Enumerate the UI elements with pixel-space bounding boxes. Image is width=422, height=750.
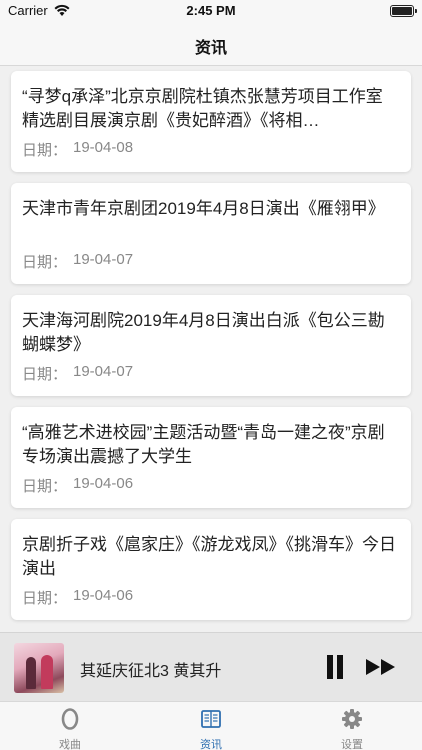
date-label: 日期： (22, 142, 68, 159)
pause-button[interactable] (322, 655, 348, 679)
news-icon (201, 710, 221, 728)
tab-bar: 戏曲 资讯 设置 (0, 701, 422, 750)
tab-label: 设置 (341, 739, 363, 750)
gear-icon (342, 709, 362, 729)
status-time: 2:45 PM (186, 3, 236, 18)
news-date: 19-04-06 (73, 475, 134, 492)
battery-icon (390, 5, 417, 17)
news-list[interactable]: “寻梦q承泽”北京京剧院杜镇杰张慧芳项目工作室精选剧目展演京剧《贵妃醉酒》《将相… (0, 66, 422, 632)
mini-player[interactable]: 其延庆征北3 黄其升 (0, 632, 422, 701)
page-title: 资讯 (194, 40, 227, 57)
tab-label: 戏曲 (59, 739, 81, 750)
news-card[interactable]: “高雅艺术进校园”主题活动暨“青岛一建之夜”京剧专场演出震撼了大学生 日期： 1… (11, 407, 411, 508)
date-label: 日期： (22, 254, 68, 271)
tab-news[interactable]: 资讯 (141, 702, 281, 750)
news-card[interactable]: 京剧折子戏《扈家庄》《游龙戏凤》《挑滑车》今日演出 日期： 19-04-06 (11, 519, 411, 620)
news-date: 19-04-06 (73, 587, 134, 604)
date-label: 日期： (22, 590, 68, 607)
tab-settings[interactable]: 设置 (282, 702, 422, 750)
news-title: 天津市青年京剧团2019年4月8日演出《雁翎甲》 (22, 199, 385, 218)
news-title: “寻梦q承泽”北京京剧院杜镇杰张慧芳项目工作室精选剧目展演京剧《贵妃醉酒》《将相… (22, 87, 383, 130)
news-date: 19-04-07 (73, 251, 134, 268)
tab-label: 资讯 (200, 739, 222, 750)
news-title: “高雅艺术进校园”主题活动暨“青岛一建之夜”京剧专场演出震撼了大学生 (22, 423, 385, 466)
news-title: 京剧折子戏《扈家庄》《游龙戏凤》《挑滑车》今日演出 (22, 535, 396, 578)
news-card[interactable]: 天津海河剧院2019年4月8日演出白派《包公三勘蝴蝶梦》 日期： 19-04-0… (11, 295, 411, 396)
news-title: 天津海河剧院2019年4月8日演出白派《包公三勘蝴蝶梦》 (22, 311, 385, 354)
news-card[interactable]: “寻梦q承泽”北京京剧院杜镇杰张慧芳项目工作室精选剧目展演京剧《贵妃醉酒》《将相… (11, 71, 411, 172)
status-bar: Carrier 2:45 PM (0, 0, 422, 22)
tab-opera[interactable]: 戏曲 (0, 702, 140, 750)
news-card[interactable]: 天津市青年京剧团2019年4月8日演出《雁翎甲》 日期： 19-04-07 (11, 183, 411, 284)
news-date: 19-04-07 (73, 363, 134, 380)
navigation-bar: 资讯 (0, 22, 422, 66)
date-label: 日期： (22, 366, 68, 383)
opera-icon (61, 708, 79, 730)
album-art[interactable] (14, 643, 64, 693)
song-title[interactable]: 其延庆征北3 黄其升 (80, 657, 221, 681)
next-button[interactable] (364, 655, 398, 679)
news-date: 19-04-08 (73, 139, 134, 156)
date-label: 日期： (22, 478, 68, 495)
